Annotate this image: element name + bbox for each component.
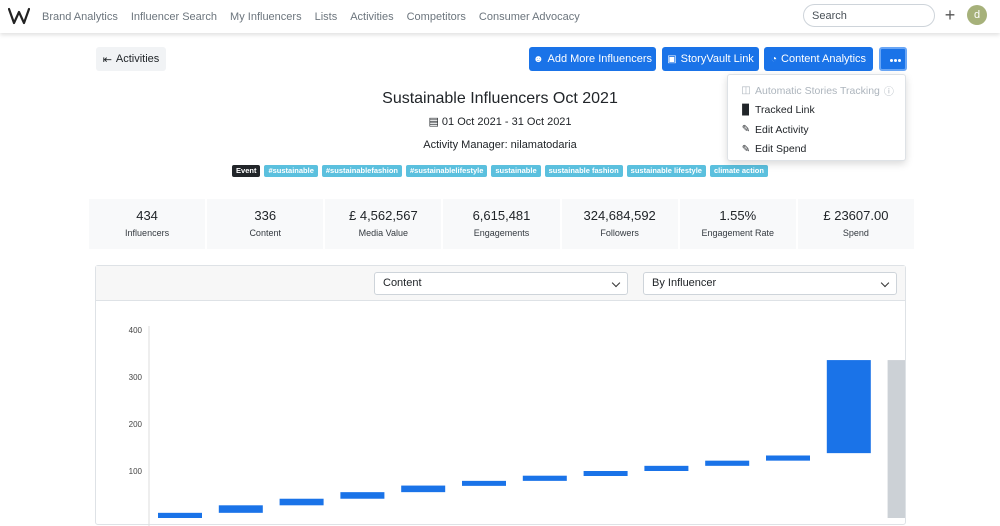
brand-logo-icon[interactable] bbox=[8, 6, 30, 26]
ellipsis-icon bbox=[890, 59, 893, 62]
waterfall-bar bbox=[644, 465, 689, 471]
tag: #sustainable bbox=[264, 165, 318, 177]
bar-chart-icon: ▉ bbox=[742, 104, 750, 116]
stat-label: Spend bbox=[842, 228, 869, 238]
waterfall-bar bbox=[158, 512, 202, 518]
pie-chart-icon: ◔ bbox=[770, 53, 778, 65]
nav-link-brand-analytics[interactable]: Brand Analytics bbox=[42, 11, 118, 23]
content-analytics-button[interactable]: ◔ Content Analytics bbox=[764, 47, 873, 71]
stat-value: 336 bbox=[254, 208, 277, 223]
avatar[interactable]: d bbox=[967, 5, 987, 25]
stat-label: Followers bbox=[600, 228, 639, 238]
total-bar bbox=[887, 360, 905, 518]
camera-icon: ◫ bbox=[741, 85, 751, 97]
stat-label: Influencers bbox=[125, 228, 170, 238]
arrow-left-bar-icon: ⇤ bbox=[102, 53, 112, 66]
stat-influencers: 434 Influencers bbox=[89, 199, 206, 249]
waterfall-chart: 100 200 300 400 bbox=[129, 326, 905, 526]
menu-item-automatic-stories-tracking: ◫ Automatic Stories Tracking ⓘ bbox=[728, 81, 905, 101]
waterfall-bar bbox=[522, 475, 567, 481]
back-to-activities-button[interactable]: ⇤ Activities bbox=[96, 47, 166, 71]
stat-label: Media Value bbox=[358, 228, 409, 238]
chart-card: Content By Influencer 100 200 300 400 bbox=[95, 265, 906, 526]
tag: #sustainablefashion bbox=[321, 165, 402, 177]
tag: sustainable fashion bbox=[544, 165, 623, 177]
y-tick-label: 300 bbox=[129, 373, 143, 382]
stat-value: 6,615,481 bbox=[472, 208, 531, 223]
nav-link-activities[interactable]: Activities bbox=[350, 11, 393, 23]
nav-link-consumer-advocacy[interactable]: Consumer Advocacy bbox=[479, 11, 580, 23]
stat-label: Content bbox=[249, 228, 281, 238]
stat-label: Engagements bbox=[473, 228, 530, 238]
waterfall-bar bbox=[401, 485, 446, 493]
more-options-menu: ◫ Automatic Stories Tracking ⓘ ▉ Tracked… bbox=[727, 74, 906, 161]
storyvault-link-button[interactable]: ▣ StoryVault Link bbox=[662, 47, 759, 71]
waterfall-bar bbox=[462, 480, 506, 486]
content-analytics-label: Content Analytics bbox=[781, 53, 867, 65]
stat-engagement-rate: 1.55% Engagement Rate bbox=[679, 199, 796, 249]
plus-icon[interactable]: + bbox=[942, 5, 958, 25]
pencil-icon: ✎ bbox=[741, 124, 751, 136]
stat-label: Engagement Rate bbox=[701, 228, 775, 238]
nav-links: Brand Analytics Influencer Search My Inf… bbox=[42, 0, 593, 33]
stat-followers: 324,684,592 Followers bbox=[561, 199, 678, 249]
add-influencers-label: Add More Influencers bbox=[547, 53, 653, 65]
pencil-icon: ✎ bbox=[741, 143, 751, 155]
stat-media-value: £ 4,562,567 Media Value bbox=[325, 199, 442, 249]
menu-item-label: Tracked Link bbox=[755, 104, 815, 117]
lock-icon: ▣ bbox=[667, 53, 677, 65]
date-range-text: 01 Oct 2021 - 31 Oct 2021 bbox=[441, 116, 572, 128]
nav-link-lists[interactable]: Lists bbox=[315, 11, 338, 23]
stat-value: £ 23607.00 bbox=[823, 208, 889, 223]
stat-value: 1.55% bbox=[719, 208, 757, 223]
menu-item-label: Automatic Stories Tracking bbox=[755, 84, 880, 97]
tag: climate action bbox=[709, 165, 768, 177]
stat-spend: £ 23607.00 Spend bbox=[797, 199, 914, 249]
y-tick-label: 400 bbox=[129, 326, 143, 335]
stat-engagements: 6,615,481 Engagements bbox=[443, 199, 560, 249]
stat-value: 434 bbox=[136, 208, 158, 223]
menu-item-edit-spend[interactable]: ✎ Edit Spend bbox=[728, 140, 905, 160]
info-icon: ⓘ bbox=[883, 87, 894, 99]
stats-bar: 434 Influencers 336 Content £ 4,562,567 … bbox=[89, 199, 914, 249]
top-navbar: Brand Analytics Influencer Search My Inf… bbox=[0, 0, 1000, 33]
y-tick-label: 200 bbox=[129, 420, 143, 429]
back-button-label: Activities bbox=[115, 53, 160, 65]
nav-link-influencer-search[interactable]: Influencer Search bbox=[131, 11, 217, 23]
y-tick-label: 100 bbox=[129, 467, 143, 476]
user-plus-icon: ☻ bbox=[532, 53, 544, 65]
tag: sustainable bbox=[491, 165, 541, 177]
waterfall-bar bbox=[279, 498, 324, 506]
stat-value: £ 4,562,567 bbox=[349, 208, 418, 223]
storyvault-label: StoryVault Link bbox=[680, 53, 754, 65]
menu-item-tracked-link[interactable]: ▉ Tracked Link bbox=[728, 101, 905, 121]
waterfall-bar bbox=[826, 360, 871, 454]
stat-content: 336 Content bbox=[207, 199, 324, 249]
tag-list: Event #sustainable #sustainablefashion #… bbox=[0, 165, 1000, 177]
tag-event: Event bbox=[232, 165, 261, 177]
menu-item-label: Edit Spend bbox=[755, 143, 807, 156]
menu-item-edit-activity[interactable]: ✎ Edit Activity bbox=[728, 120, 905, 140]
nav-link-my-influencers[interactable]: My Influencers bbox=[230, 11, 302, 23]
nav-link-competitors[interactable]: Competitors bbox=[407, 11, 466, 23]
stat-value: 324,684,592 bbox=[583, 208, 656, 223]
waterfall-bar bbox=[340, 492, 385, 499]
calendar-icon: ▤ bbox=[428, 116, 439, 128]
waterfall-bar bbox=[705, 460, 750, 466]
more-options-button[interactable] bbox=[879, 47, 907, 71]
waterfall-bar bbox=[766, 455, 810, 461]
search-input[interactable] bbox=[803, 4, 935, 27]
waterfall-bar bbox=[583, 471, 628, 476]
add-more-influencers-button[interactable]: ☻ Add More Influencers bbox=[529, 47, 656, 71]
menu-item-label: Edit Activity bbox=[755, 123, 809, 136]
waterfall-bar bbox=[218, 505, 263, 513]
tag: #sustainablelifestyle bbox=[406, 165, 488, 177]
tag: sustainable lifestyle bbox=[626, 165, 706, 177]
